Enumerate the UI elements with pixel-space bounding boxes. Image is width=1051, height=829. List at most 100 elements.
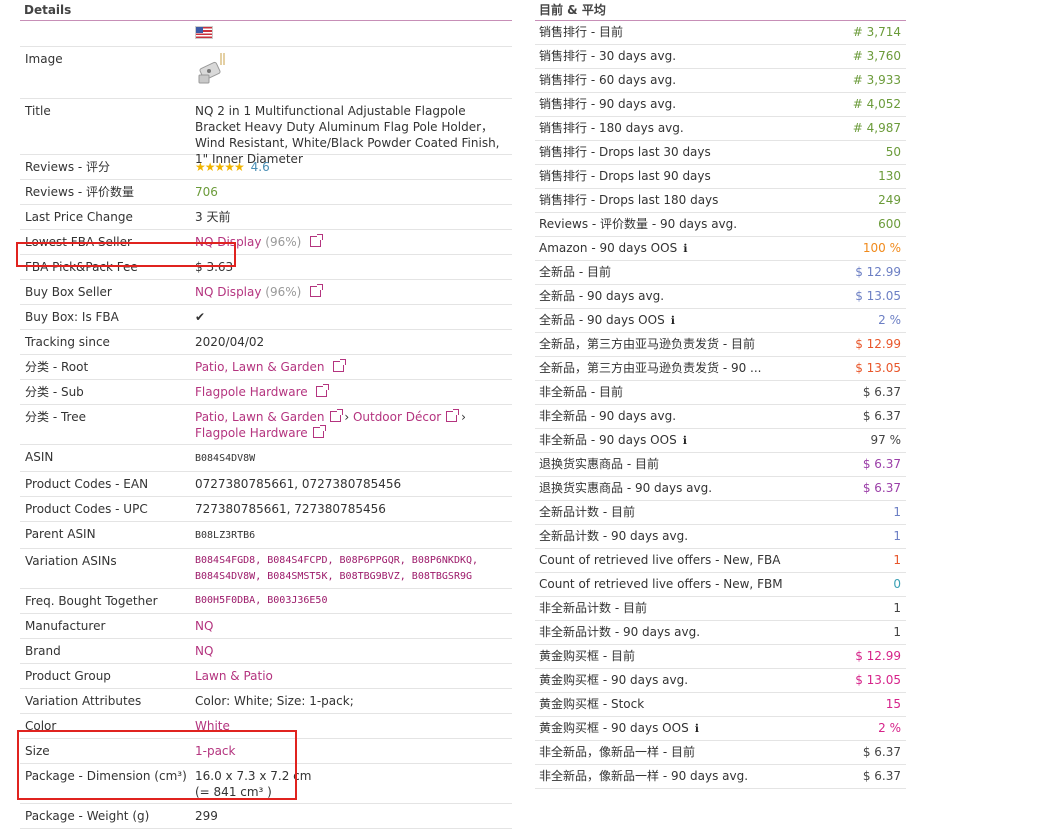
metric-label: 全新品 - 90 days avg. [539, 289, 665, 303]
metric-row: 全新品 - 90 days avg. $ 13.05 [535, 285, 906, 309]
buy-box-seller-link[interactable]: NQ Display [195, 285, 261, 299]
metric-row: 非全新品 - 目前 $ 6.37 [535, 381, 906, 405]
metric-row: 退换货实惠商品 - 目前 $ 6.37 [535, 453, 906, 477]
metric-value: $ 12.99 [855, 265, 901, 279]
category-tree-link-1[interactable]: Patio, Lawn & Garden [195, 410, 325, 424]
metric-label: 黄金购买框 - 90 days avg. [539, 673, 689, 687]
metric-row: 销售排行 - Drops last 30 days 50 [535, 141, 906, 165]
metric-label: 销售排行 - 90 days avg. [539, 97, 677, 111]
metric-label: 非全新品，像新品一样 - 90 days avg. [539, 769, 749, 783]
variation-asin-link[interactable]: B084S4FCPD [267, 555, 327, 566]
weight-row: Package - Weight (g) 299 [20, 804, 512, 829]
metric-value: 1 [893, 601, 901, 615]
product-image[interactable] [195, 51, 229, 87]
external-link-icon[interactable] [310, 234, 324, 247]
metric-value: # 4,987 [852, 121, 901, 135]
metric-label: 销售排行 - Drops last 90 days [539, 169, 711, 183]
metric-label: 非全新品 - 目前 [539, 385, 623, 399]
metric-row: 全新品计数 - 目前 1 [535, 501, 906, 525]
details-title: Details [20, 0, 512, 21]
metric-value: 15 [885, 697, 901, 711]
metric-label: Amazon - 90 days OOS [539, 241, 678, 255]
variation-asin-link[interactable]: B08P6NKDKQ [412, 555, 472, 566]
tracking-since-row: Tracking since 2020/04/02 [20, 330, 512, 355]
metric-label: 销售排行 - 30 days avg. [539, 49, 677, 63]
metric-row: 销售排行 - 30 days avg. # 3,760 [535, 45, 906, 69]
us-flag-icon[interactable] [195, 26, 213, 39]
metric-value: $ 6.37 [862, 769, 901, 783]
external-link-icon[interactable] [329, 409, 343, 422]
freq-bought-link[interactable]: B003J36E50 [267, 595, 327, 606]
external-link-icon[interactable] [312, 425, 326, 438]
buy-box-seller-label: Buy Box Seller [25, 285, 112, 299]
info-icon[interactable]: ℹ [671, 309, 675, 332]
info-icon[interactable]: ℹ [683, 429, 687, 452]
category-sub-label: 分类 - Sub [25, 385, 84, 399]
external-link-icon[interactable] [446, 409, 460, 422]
metric-row: 非全新品 - 90 days OOS ℹ 97 % [535, 429, 906, 453]
reviews-count-row: Reviews - 评价数量 706 [20, 180, 512, 205]
variation-asin-link[interactable]: B08P6PPGQR [340, 555, 400, 566]
metric-value: # 3,933 [852, 73, 901, 87]
metric-label: 销售排行 - 180 days avg. [539, 121, 684, 135]
product-group-link[interactable]: Lawn & Patio [195, 668, 512, 684]
category-tree-link-3[interactable]: Flagpole Hardware [195, 426, 308, 440]
last-price-change-row: Last Price Change 3 天前 [20, 205, 512, 230]
info-icon[interactable]: ℹ [683, 237, 687, 260]
parent-asin-label: Parent ASIN [25, 527, 96, 541]
metric-row: 全新品 - 目前 $ 12.99 [535, 261, 906, 285]
metric-value: 1 [893, 529, 901, 543]
variation-asin-link[interactable]: B084S4FGD8 [195, 555, 255, 566]
external-link-icon[interactable] [333, 359, 347, 372]
metric-value: $ 6.37 [862, 409, 901, 423]
metric-row: 全新品 - 90 days OOS ℹ 2 % [535, 309, 906, 333]
category-tree-link-2[interactable]: Outdoor Décor [353, 410, 441, 424]
metric-label: 非全新品计数 - 目前 [539, 601, 647, 615]
ean-label: Product Codes - EAN [25, 477, 149, 491]
title-row: Title NQ 2 in 1 Multifunctional Adjustab… [20, 99, 512, 166]
title-label: Title [25, 104, 51, 118]
buy-box-seller-pct: (96%) [265, 285, 302, 299]
manufacturer-row: Manufacturer NQ [20, 614, 512, 639]
category-sub-row: 分类 - Sub Flagpole Hardware [20, 380, 512, 405]
metric-row: 黄金购买框 - 目前 $ 12.99 [535, 645, 906, 669]
check-icon: ✔ [195, 310, 206, 324]
metric-row: Count of retrieved live offers - New, FB… [535, 549, 906, 573]
metric-label: 销售排行 - Drops last 30 days [539, 145, 711, 159]
external-link-icon[interactable] [316, 384, 330, 397]
brand-row: Brand NQ [20, 639, 512, 664]
brand-link[interactable]: NQ [195, 643, 512, 659]
variation-asin-link[interactable]: B08TBGSR9G [412, 571, 472, 582]
metric-label: 黄金购买框 - 目前 [539, 649, 635, 663]
image-label: Image [25, 52, 63, 66]
metric-row: 退换货实惠商品 - 90 days avg. $ 6.37 [535, 477, 906, 501]
metric-label: 销售排行 - 目前 [539, 25, 623, 39]
upc-row: Product Codes - UPC 727380785661, 727380… [20, 497, 512, 522]
flag-row [20, 21, 512, 47]
variation-asin-link[interactable]: B08TBG9BVZ [340, 571, 400, 582]
metric-value: # 4,052 [852, 97, 901, 111]
category-root-row: 分类 - Root Patio, Lawn & Garden [20, 355, 512, 380]
info-icon[interactable]: ℹ [695, 717, 699, 740]
metric-value: $ 6.37 [862, 457, 901, 471]
metric-label: 黄金购买框 - 90 days OOS [539, 721, 689, 735]
current-avg-panel: 目前 & 平均 销售排行 - 目前 # 3,714 销售排行 - 30 days a… [535, 0, 906, 789]
metric-value: $ 12.99 [855, 337, 901, 351]
category-root-link[interactable]: Patio, Lawn & Garden [195, 360, 325, 374]
current-avg-title: 目前 & 平均 [535, 0, 906, 21]
external-link-icon[interactable] [310, 284, 324, 297]
variation-asin-link[interactable]: B084SMST5K [267, 571, 327, 582]
variation-asin-link[interactable]: B084S4DV8W [195, 571, 255, 582]
manufacturer-link[interactable]: NQ [195, 618, 512, 634]
ean-value: 0727380785661, 0727380785456 [195, 477, 402, 491]
category-sub-link[interactable]: Flagpole Hardware [195, 385, 308, 399]
parent-asin-row: Parent ASIN B08LZ3RTB6 [20, 522, 512, 549]
last-price-change-value: 3 天前 [195, 210, 231, 224]
asin-value: B084S4DV8W [195, 453, 256, 464]
reviews-count-label: Reviews - 评价数量 [25, 185, 135, 199]
freq-bought-link[interactable]: B00H5F0DBA [195, 595, 255, 606]
metric-value: 600 [878, 217, 901, 231]
variation-attributes-label: Variation Attributes [25, 694, 142, 708]
metric-row: 销售排行 - 90 days avg. # 4,052 [535, 93, 906, 117]
last-price-change-label: Last Price Change [25, 210, 133, 224]
